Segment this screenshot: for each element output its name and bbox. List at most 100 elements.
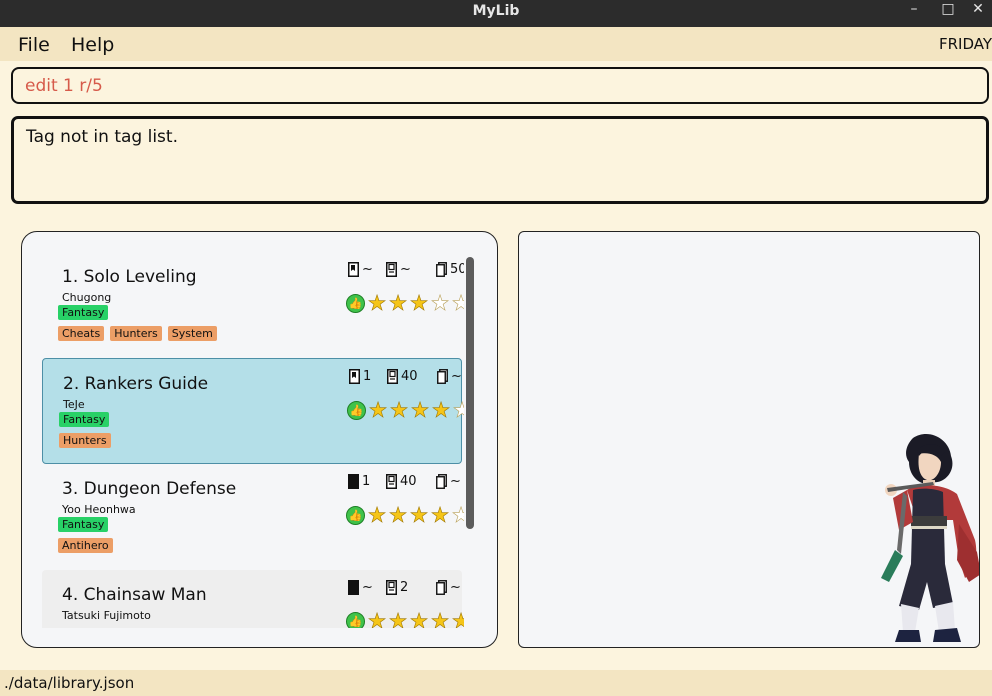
chapters-read-value: 1 — [363, 369, 372, 384]
page-count-stat: ~ — [436, 474, 461, 489]
rating-row: 👍★★★★★ — [347, 399, 464, 421]
chapters-total-stat: 40 — [387, 369, 418, 384]
tag-label: Cheats — [58, 326, 105, 341]
star-filled-icon: ★ — [409, 503, 429, 527]
result-text: Tag not in tag list. — [26, 127, 178, 147]
star-filled-icon: ★ — [451, 610, 464, 628]
star-filled-icon: ★ — [430, 609, 450, 628]
star-empty-icon: ★ — [430, 291, 450, 315]
data-file-path: ./data/library.json — [4, 674, 135, 692]
chapters-total-value: 2 — [400, 580, 409, 595]
status-bar: ./data/library.json — [0, 670, 992, 696]
thumbs-up-icon[interactable]: 👍 — [346, 293, 365, 313]
list-scrollbar[interactable] — [466, 257, 474, 529]
minimize-button[interactable]: – — [904, 1, 924, 17]
genre-row: Fantasy — [58, 305, 109, 320]
bookmark-icon — [348, 262, 359, 277]
star-filled-icon: ★ — [388, 291, 408, 315]
star-filled-icon: ★ — [409, 609, 429, 628]
genre-tag: Fantasy — [58, 305, 109, 320]
pages-icon — [436, 474, 447, 489]
book-author: Tatsuki Fujimoto — [62, 609, 151, 622]
bookmark-filled-icon — [348, 580, 359, 595]
title-bar: MyLib – □ ✕ — [0, 0, 992, 27]
window-title: MyLib — [472, 3, 520, 19]
result-display: Tag not in tag list. — [11, 116, 989, 204]
tag-label: System — [167, 326, 217, 341]
chapters-read-stat: ~ — [348, 262, 373, 277]
star-filled-icon: ★ — [388, 609, 408, 628]
book-icon — [387, 369, 398, 384]
chapters-read-stat: ~ — [348, 580, 373, 595]
rating-row: 👍★★★★★ — [346, 610, 464, 628]
book-title: 4. Chainsaw Man — [62, 585, 207, 605]
star-empty-icon: ★ — [451, 292, 464, 314]
thumbs-up-icon[interactable]: 👍 — [347, 400, 366, 420]
tag-row: Hunters — [59, 433, 111, 448]
maximize-button[interactable]: □ — [938, 1, 958, 17]
book-title: 1. Solo Leveling — [62, 267, 197, 287]
star-filled-icon: ★ — [431, 398, 451, 422]
menu-file[interactable]: File — [18, 34, 50, 56]
page-count-stat: 50 — [436, 262, 464, 277]
book-card[interactable]: 3. Dungeon Defense Yoo Heonhwa Fantasy Anti… — [42, 464, 464, 570]
pages-icon — [436, 580, 447, 595]
page-count-stat: ~ — [437, 369, 462, 384]
star-filled-icon: ★ — [389, 398, 409, 422]
chapters-read-stat: 1 — [348, 474, 370, 489]
detail-panel — [518, 231, 980, 648]
chapters-total-stat: 40 — [386, 474, 417, 489]
chapters-total-stat: 2 — [386, 580, 408, 595]
command-box — [11, 67, 989, 104]
star-filled-icon: ★ — [368, 398, 388, 422]
book-title: 3. Dungeon Defense — [62, 479, 237, 499]
command-input[interactable] — [25, 75, 965, 97]
thumbs-up-icon[interactable]: 👍 — [346, 611, 365, 628]
chapters-read-value: ~ — [362, 262, 373, 277]
close-button[interactable]: ✕ — [968, 1, 988, 17]
chapters-read-stat: 1 — [349, 369, 371, 384]
day-label: FRIDAY — [938, 35, 992, 53]
progress-stats: ~ ~50 — [348, 262, 464, 282]
book-list[interactable]: 1. Solo Leveling Chugong Fantasy Cheats Hunt… — [42, 252, 464, 628]
mascot-image — [881, 434, 979, 642]
book-icon — [386, 580, 397, 595]
book-card[interactable]: 1. Solo Leveling Chugong Fantasy Cheats Hunt… — [42, 252, 464, 358]
chapters-read-value: 1 — [362, 474, 371, 489]
chapters-total-value: ~ — [400, 262, 411, 277]
book-author: TeJe — [63, 398, 85, 411]
menu-help[interactable]: Help — [71, 34, 114, 56]
star-empty-icon: ★ — [452, 399, 464, 421]
tag-row: Antihero — [58, 538, 113, 553]
chapters-total-value: 40 — [401, 369, 418, 384]
progress-stats: ~2 ~ — [348, 580, 463, 600]
book-card[interactable]: 2. Rankers Guide TeJe Fantasy Hunters 1 40 ~ 👍 ★… — [42, 358, 464, 464]
book-list-panel: 1. Solo Leveling Chugong Fantasy Cheats Hunt… — [21, 231, 498, 648]
star-filled-icon: ★ — [430, 503, 450, 527]
pages-icon — [436, 262, 447, 277]
star-filled-icon: ★ — [410, 398, 430, 422]
thumbs-up-icon[interactable]: 👍 — [346, 505, 365, 525]
star-filled-icon: ★ — [367, 503, 387, 527]
menu-bar: File Help FRIDAY — [0, 27, 992, 61]
book-card[interactable]: 4. Chainsaw ManTatsuki Fujimoto~2~👍★★★★★ — [42, 570, 464, 628]
genre-row: Fantasy — [58, 517, 109, 532]
genre-row: Fantasy — [59, 412, 110, 427]
tag-label: Antihero — [58, 538, 113, 553]
genre-tag: Fantasy — [58, 517, 109, 532]
page-count-value: ~ — [450, 474, 461, 489]
book-author: Chugong — [62, 291, 112, 304]
star-filled-icon: ★ — [388, 503, 408, 527]
rating-row: 👍★★★★★ — [346, 292, 464, 314]
star-filled-icon: ★ — [367, 291, 387, 315]
chapters-total-stat: ~ — [386, 262, 411, 277]
book-icon — [386, 474, 397, 489]
bookmark-icon — [349, 369, 360, 384]
book-author: Yoo Heonhwa — [62, 503, 136, 516]
chapters-total-value: 40 — [400, 474, 417, 489]
tag-row: Cheats Hunters System — [58, 326, 217, 341]
page-count-value: 50 — [450, 262, 464, 277]
star-empty-icon: ★ — [451, 504, 464, 526]
progress-stats: 1 40 ~ — [348, 474, 463, 494]
pages-icon — [437, 369, 448, 384]
